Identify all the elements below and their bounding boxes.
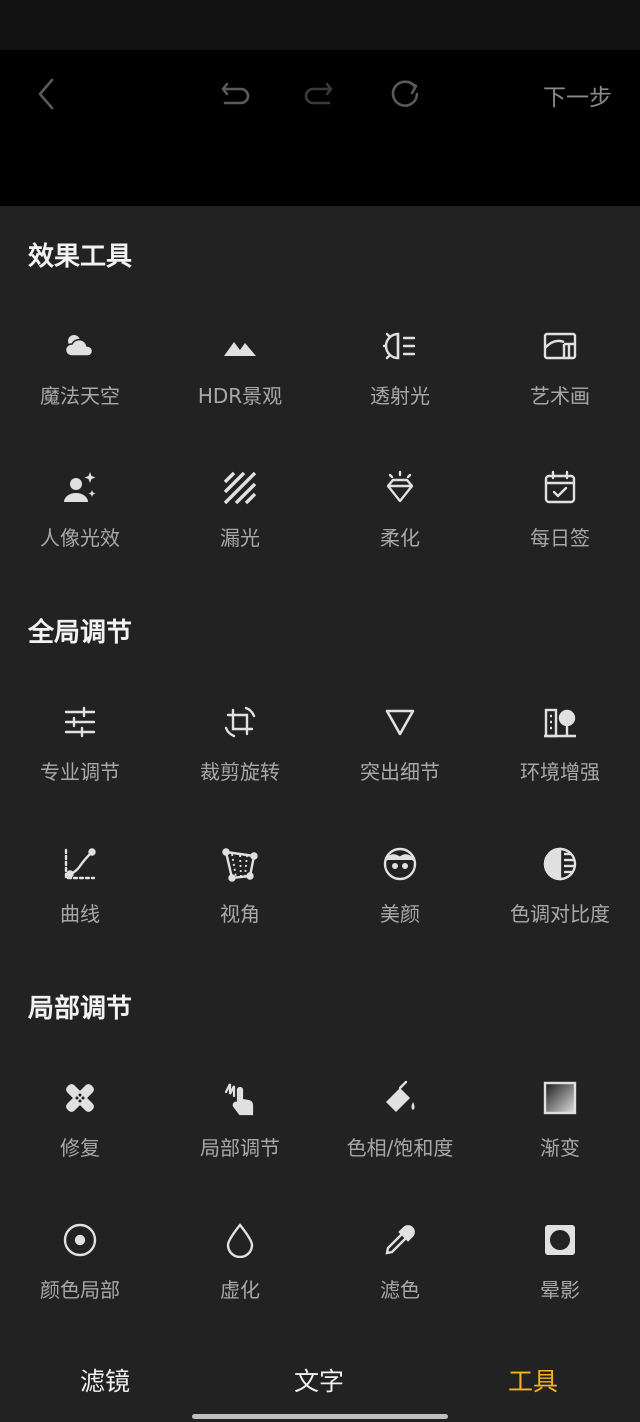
- perspective-icon: [220, 844, 260, 884]
- bottom-nav: 滤镜 文字 工具: [0, 1342, 640, 1422]
- tool-label: 柔化: [380, 526, 420, 550]
- diamond-icon: [380, 468, 420, 508]
- tab-filters[interactable]: 滤镜: [80, 1362, 130, 1398]
- eyedropper-icon: [380, 1220, 420, 1260]
- curve-icon: [60, 844, 100, 884]
- light-beam-icon: [380, 326, 420, 366]
- paint-bucket-icon: [380, 1078, 420, 1118]
- tool-label: 漏光: [220, 526, 260, 550]
- tool-label: 局部调节: [200, 1136, 280, 1160]
- tool-label: 人像光效: [40, 526, 120, 550]
- tool-tone-contrast[interactable]: 色调对比度: [480, 842, 640, 962]
- section-title-local: 局部调节: [28, 994, 133, 1024]
- tab-tools[interactable]: 工具: [508, 1362, 558, 1398]
- tool-label: 魔法天空: [40, 384, 120, 408]
- home-indicator: [192, 1414, 448, 1419]
- tab-text[interactable]: 文字: [294, 1362, 344, 1398]
- tool-curve[interactable]: 曲线: [0, 842, 160, 962]
- contrast-icon: [540, 844, 580, 884]
- tool-screen-color[interactable]: 滤色: [320, 1218, 480, 1338]
- tool-perspective[interactable]: 视角: [160, 842, 320, 962]
- tool-hue-saturation[interactable]: 色相/饱和度: [320, 1076, 480, 1196]
- sliders-icon: [60, 702, 100, 742]
- gradient-icon: [540, 1078, 580, 1118]
- section-title-global: 全局调节: [28, 618, 133, 648]
- tool-magic-sky[interactable]: 魔法天空: [0, 324, 160, 444]
- triangle-icon: [380, 702, 420, 742]
- tool-label: 曲线: [60, 902, 100, 926]
- target-icon: [60, 1220, 100, 1260]
- tool-label: 每日签: [530, 526, 590, 550]
- tool-gradient[interactable]: 渐变: [480, 1076, 640, 1196]
- tool-label: 虚化: [220, 1278, 260, 1302]
- redo-icon[interactable]: [297, 72, 341, 116]
- tool-daily-sign[interactable]: 每日签: [480, 466, 640, 586]
- tool-color-local[interactable]: 颜色局部: [0, 1218, 160, 1338]
- status-bar: [0, 0, 640, 50]
- portrait-sparkle-icon: [60, 468, 100, 508]
- section-title-effects: 效果工具: [28, 242, 133, 272]
- tool-label: 环境增强: [520, 760, 600, 784]
- tool-beauty[interactable]: 美颜: [320, 842, 480, 962]
- next-step-button[interactable]: 下一步: [543, 78, 612, 112]
- tool-heal[interactable]: 修复: [0, 1076, 160, 1196]
- back-icon[interactable]: [26, 72, 70, 116]
- tool-light-leak[interactable]: 漏光: [160, 466, 320, 586]
- drop-icon: [220, 1220, 260, 1260]
- crop-rotate-icon: [220, 702, 260, 742]
- bandage-icon: [60, 1078, 100, 1118]
- tool-local-adjust[interactable]: 局部调节: [160, 1076, 320, 1196]
- tool-label: 色相/饱和度: [346, 1136, 454, 1160]
- tool-label: 滤色: [380, 1278, 420, 1302]
- top-toolbar: 下一步: [0, 50, 640, 206]
- tool-vignette[interactable]: 晕影: [480, 1218, 640, 1338]
- tool-label: 视角: [220, 902, 260, 926]
- tool-soften[interactable]: 柔化: [320, 466, 480, 586]
- touch-brush-icon: [220, 1078, 260, 1118]
- face-icon: [380, 844, 420, 884]
- tool-pro-adjust[interactable]: 专业调节: [0, 700, 160, 820]
- building-tree-icon: [540, 702, 580, 742]
- tool-blur[interactable]: 虚化: [160, 1218, 320, 1338]
- calendar-check-icon: [540, 468, 580, 508]
- tool-label: 突出细节: [360, 760, 440, 784]
- tool-art-painting[interactable]: 艺术画: [480, 324, 640, 444]
- tool-label: 色调对比度: [510, 902, 610, 926]
- tool-label: 晕影: [540, 1278, 580, 1302]
- tool-label: 裁剪旋转: [200, 760, 280, 784]
- mountain-icon: [220, 326, 260, 366]
- tools-panel: 效果工具 魔法天空 HDR景观 透射光 艺术画 人像光效 漏光 柔化 每日签 全…: [0, 206, 640, 1342]
- tool-label: 渐变: [540, 1136, 580, 1160]
- tool-label: 透射光: [370, 384, 430, 408]
- cloud-icon: [60, 326, 100, 366]
- tool-label: 艺术画: [530, 384, 590, 408]
- tool-crop-rotate[interactable]: 裁剪旋转: [160, 700, 320, 820]
- tool-label: 颜色局部: [40, 1278, 120, 1302]
- tool-hdr-landscape[interactable]: HDR景观: [160, 324, 320, 444]
- tool-ambiance[interactable]: 环境增强: [480, 700, 640, 820]
- tool-label: 修复: [60, 1136, 100, 1160]
- tool-label: HDR景观: [197, 384, 283, 408]
- tool-transmitted-light[interactable]: 透射光: [320, 324, 480, 444]
- art-frame-icon: [540, 326, 580, 366]
- refresh-icon[interactable]: [383, 72, 427, 116]
- tool-label: 美颜: [380, 902, 420, 926]
- undo-icon[interactable]: [213, 72, 257, 116]
- vignette-icon: [540, 1220, 580, 1260]
- stripes-icon: [220, 468, 260, 508]
- tool-label: 专业调节: [40, 760, 120, 784]
- tool-detail[interactable]: 突出细节: [320, 700, 480, 820]
- tool-portrait-light[interactable]: 人像光效: [0, 466, 160, 586]
